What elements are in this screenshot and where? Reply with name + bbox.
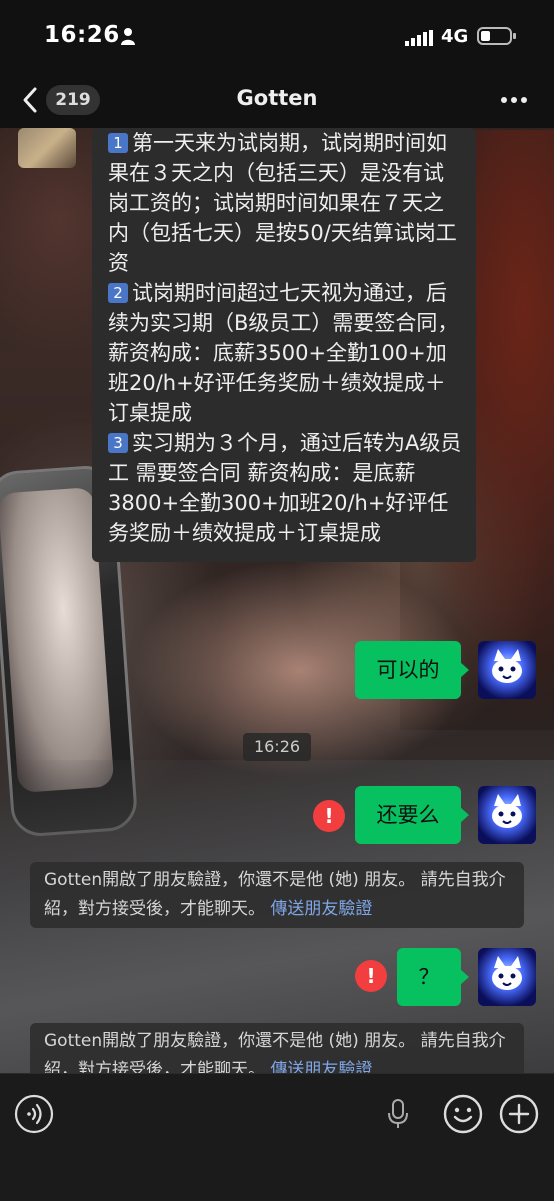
- contact-avatar[interactable]: [18, 128, 76, 168]
- outgoing-message-bubble[interactable]: ？: [397, 948, 469, 1006]
- cat-avatar-icon: [492, 794, 522, 828]
- send-failed-icon[interactable]: !: [355, 960, 387, 992]
- outgoing-message-bubble[interactable]: 还要么: [355, 786, 469, 844]
- message-paragraph-3: 3 实习期为３个月，通过后转为A级员工 需要签合同 薪资构成：是底薪3800+全勤…: [108, 428, 462, 548]
- message-paragraph-1: 1 第一天来为试岗期，试岗期时间如果在３天之内（包括三天）是没有试岗工资的；试岗期…: [108, 128, 462, 278]
- cat-avatar-icon: [492, 649, 522, 683]
- send-friend-verification-link[interactable]: 傳送朋友驗證: [270, 899, 372, 919]
- number-1-emoji: 1: [108, 133, 128, 153]
- network-type: 4G: [441, 26, 469, 47]
- voice-mode-icon[interactable]: [14, 1094, 54, 1134]
- my-avatar[interactable]: [478, 641, 536, 699]
- status-bar: 16:26 4G: [0, 0, 554, 72]
- message-paragraph-2: 2 试岗期时间超过七天视为通过，后续为实习期（B级员工）需要签合同，薪资构成：底薪…: [108, 278, 462, 428]
- send-friend-verification-link[interactable]: 傳送朋友驗證: [270, 1060, 372, 1073]
- system-notice: Gotten開啟了朋友驗證，你還不是他 (她) 朋友。 請先自我介紹，對方接受後…: [30, 1023, 524, 1073]
- time-divider: 16:26: [243, 733, 311, 761]
- send-failed-icon[interactable]: !: [313, 800, 345, 832]
- signal-icon: [405, 30, 433, 46]
- more-icon[interactable]: [500, 96, 528, 104]
- incoming-message-bubble[interactable]: 1 第一天来为试岗期，试岗期时间如果在３天之内（包括三天）是没有试岗工资的；试岗期…: [92, 128, 476, 562]
- status-time: 16:26: [44, 22, 120, 48]
- chat-input-bar: [0, 1073, 554, 1201]
- outgoing-message-bubble[interactable]: 可以的: [355, 641, 469, 699]
- emoji-icon[interactable]: [442, 1093, 484, 1135]
- my-avatar[interactable]: [478, 786, 536, 844]
- message-text-1: 第一天来为试岗期，试岗期时间如果在３天之内（包括三天）是没有试岗工资的；试岗期时…: [108, 131, 457, 275]
- system-notice: Gotten開啟了朋友驗證，你還不是他 (她) 朋友。 請先自我介紹，對方接受後…: [30, 862, 524, 928]
- chat-title: Gotten: [236, 86, 318, 110]
- my-avatar[interactable]: [478, 948, 536, 1006]
- microphone-icon[interactable]: [386, 1098, 410, 1130]
- cat-avatar-icon: [492, 956, 522, 990]
- message-list[interactable]: 1 第一天来为试岗期，试岗期时间如果在３天之内（包括三天）是没有试岗工资的；试岗期…: [0, 128, 554, 1073]
- number-2-emoji: 2: [108, 283, 128, 303]
- message-text-3: 实习期为３个月，通过后转为A级员工 需要签合同 薪资构成：是底薪3800+全勤3…: [108, 431, 462, 545]
- number-3-emoji: 3: [108, 433, 128, 453]
- person-icon: [121, 28, 135, 45]
- chat-header: 219 Gotten: [0, 72, 554, 128]
- message-text-2: 试岗期时间超过七天视为通过，后续为实习期（B级员工）需要签合同，薪资构成：底薪3…: [108, 281, 459, 425]
- add-icon[interactable]: [498, 1093, 540, 1135]
- battery-icon: [477, 27, 516, 45]
